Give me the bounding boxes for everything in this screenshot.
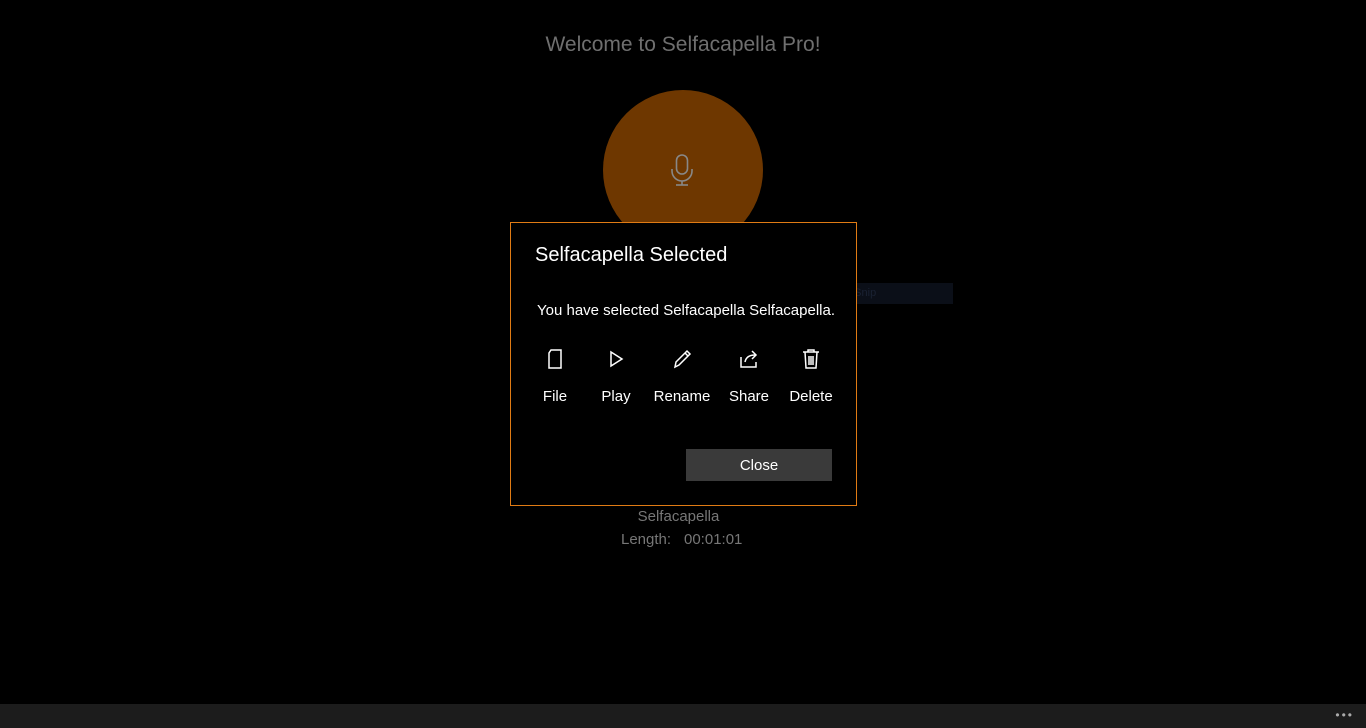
trash-icon: [803, 349, 819, 369]
microphone-icon: [671, 154, 693, 186]
play-label: Play: [601, 388, 631, 405]
play-button[interactable]: Play: [596, 347, 636, 411]
dialog-message: You have selected Selfacapella Selfacape…: [537, 302, 835, 319]
share-button[interactable]: Share: [725, 347, 773, 411]
delete-button[interactable]: Delete: [786, 347, 836, 411]
dialog-title: Selfacapella Selected: [535, 244, 728, 266]
play-icon: [610, 350, 624, 368]
recording-name: Selfacapella: [637, 508, 720, 525]
share-icon: [740, 350, 758, 368]
close-button[interactable]: Close: [686, 449, 832, 481]
rename-button[interactable]: Rename: [652, 347, 712, 411]
recording-length-label: Length:: [621, 531, 672, 548]
recording-length-value: 00:01:01: [684, 531, 743, 548]
delete-label: Delete: [789, 388, 833, 405]
pencil-icon: [673, 349, 692, 369]
rename-label: Rename: [653, 388, 711, 405]
more-options-icon[interactable]: •••: [1335, 708, 1354, 722]
app-bar: •••: [0, 704, 1366, 728]
file-label: File: [542, 388, 568, 405]
file-button[interactable]: File: [535, 347, 575, 411]
file-icon: [548, 349, 562, 369]
share-label: Share: [728, 388, 770, 405]
app-title: Welcome to Selfacapella Pro!: [545, 33, 821, 56]
selection-dialog: Selfacapella Selected You have selected …: [510, 222, 857, 506]
